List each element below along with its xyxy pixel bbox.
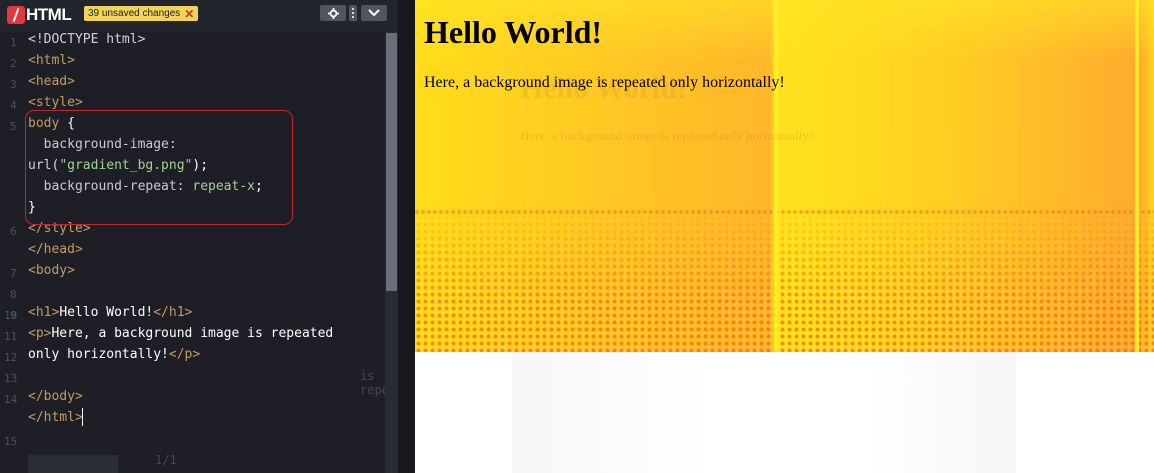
html-logo: HTML — [7, 5, 72, 25]
faint-overlay — [512, 352, 1016, 473]
menu-button[interactable] — [349, 5, 357, 21]
logo-icon — [7, 6, 25, 24]
preview-panel: Hello World! Here, a background image is… — [415, 0, 1154, 473]
settings-button[interactable] — [320, 5, 346, 21]
preview-paragraph: Here, a background image is repeated onl… — [424, 74, 785, 91]
preview-heading: Hello World! — [424, 14, 603, 50]
unsaved-changes-badge[interactable]: 39 unsaved changes ✕ — [84, 6, 199, 21]
line-number: 12 — [4, 351, 18, 364]
line-number-gutter: 1 2 3 4 5 6 7 8 9 10 11 12 13 14 15 — [0, 32, 26, 473]
h1-close-tag: </h1> — [153, 305, 193, 320]
doctype-text: <!DOCTYPE html> — [28, 32, 146, 47]
p-close-tag: </p> — [168, 347, 201, 362]
ghost-paragraph: Here, a background image is repeated onl… — [520, 128, 814, 143]
style-tag: <style> — [28, 95, 83, 110]
line-number: 5 — [10, 120, 17, 133]
line-number: 8 — [10, 288, 17, 301]
code-line: </html> — [28, 410, 83, 425]
line-number: 11 — [4, 330, 18, 343]
line-number: 10 — [4, 309, 18, 322]
p-text: Here, a background image is repeated — [51, 326, 334, 341]
p-text: only horizontally! — [28, 347, 169, 362]
close-icon[interactable]: ✕ — [184, 7, 194, 21]
status-block — [28, 455, 118, 473]
tile-seam — [1135, 0, 1139, 352]
kebab-icon — [352, 8, 354, 18]
line-number: 4 — [10, 99, 17, 112]
code-text-area[interactable]: 1 2 3 4 5 6 7 8 9 10 11 12 13 14 15 <!DO… — [0, 32, 384, 473]
line-number: 15 — [4, 435, 18, 448]
code-line: only horizontally!</p> — [28, 347, 200, 362]
code-line: </head> — [28, 242, 83, 257]
h1-tag: <h1> — [28, 305, 60, 320]
pane-divider[interactable] — [398, 0, 415, 473]
head-close-tag: </head> — [28, 242, 83, 257]
line-number: 13 — [4, 372, 18, 385]
halftone-pattern — [415, 200, 1154, 352]
chevron-down-icon — [368, 9, 380, 17]
head-tag: <head> — [28, 74, 75, 89]
line-number: 1 — [10, 36, 17, 49]
p-tag: <p> — [28, 326, 52, 341]
code-editor-panel[interactable]: HTML 39 unsaved changes ✕ 1 2 3 4 5 6 7 … — [0, 0, 418, 473]
line-number: 7 — [10, 267, 17, 280]
text-cursor — [82, 408, 83, 426]
code-line: <h1>Hello World!</h1> — [28, 305, 192, 320]
code-line: </body> — [28, 389, 83, 404]
code-line: <head> — [28, 74, 75, 89]
code-line: <body> — [28, 263, 75, 278]
html-close-tag: </html> — [28, 410, 83, 425]
code-line: <style> — [28, 95, 83, 110]
line-number: 6 — [10, 225, 17, 238]
code-line: <html> — [28, 53, 75, 68]
ghost-text: 1/1 — [155, 453, 177, 467]
line-number: 3 — [10, 78, 17, 91]
html-tag: <html> — [28, 53, 75, 68]
code-line: <!DOCTYPE html> — [28, 32, 145, 47]
unsaved-changes-label: 39 unsaved changes — [88, 8, 181, 19]
code-line: <p>Here, a background image is repeated — [28, 326, 333, 341]
editor-toolbar: HTML 39 unsaved changes ✕ — [0, 0, 398, 32]
body-close-tag: </body> — [28, 389, 83, 404]
highlight-annotation — [25, 110, 293, 225]
editor-scrollbar-thumb[interactable] — [386, 33, 397, 291]
logo-text: HTML — [26, 5, 72, 24]
h1-text: Hello World! — [59, 305, 154, 320]
body-tag: <body> — [28, 263, 75, 278]
line-number: 2 — [10, 57, 17, 70]
collapse-button[interactable] — [361, 5, 387, 21]
gear-icon — [327, 7, 339, 19]
tile-seam — [774, 0, 778, 352]
line-number: 14 — [4, 393, 18, 406]
